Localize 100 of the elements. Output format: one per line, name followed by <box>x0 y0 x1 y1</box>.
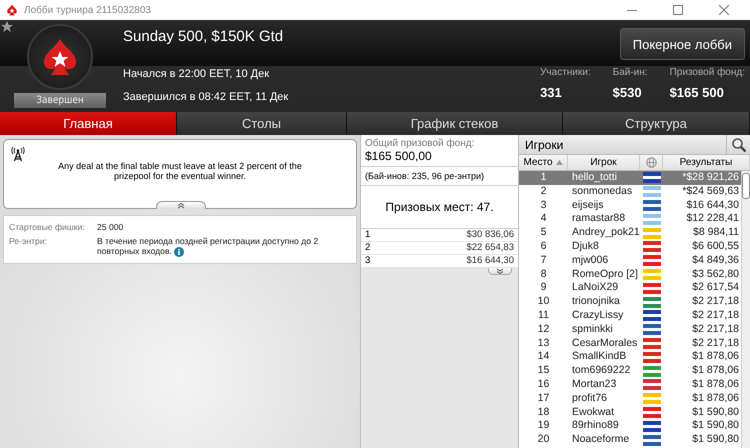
close-icon <box>719 5 729 15</box>
stat-label: Бай-ин: <box>612 67 648 78</box>
result-cell-text: $2 217,18 <box>691 308 740 323</box>
result-cell-text: $1 590,80 <box>691 419 740 434</box>
place-cell-text: 7 <box>540 254 548 268</box>
player-row[interactable]: 16 Mortan23 $1 878,06 <box>519 378 741 392</box>
place-cell-text: 9 <box>540 281 548 296</box>
start-time: Начался в 22:00 EET, 10 Дек <box>123 67 270 82</box>
place-cell-text: 10 <box>536 295 550 309</box>
notice-text: Any deal at the final table must leave at least 2 percent of the prizepool for the eventual winner. <box>57 161 303 181</box>
stat-value: 331 <box>540 85 562 100</box>
player-name: Ewokwat <box>571 406 616 420</box>
payout-place: 1 <box>365 229 370 241</box>
place-cell-text: 14 <box>536 350 550 364</box>
player-row[interactable]: 15 tom6969222 $1 878,06 <box>519 364 741 378</box>
place-cell-text: 19 <box>536 419 550 434</box>
player-row[interactable]: 2 sonmonedas *$24 569,63 <box>519 184 741 199</box>
result-cell-text: $2 217,18 <box>691 336 740 350</box>
place-cell-text: 15 <box>536 364 550 378</box>
globe-icon[interactable] <box>646 157 656 168</box>
player-row[interactable]: 12 spminkki $2 217,18 <box>519 322 741 337</box>
player-row[interactable]: 4 ramastar88 $12 228,41 <box>519 212 741 226</box>
chevron-down-icon <box>496 268 504 274</box>
result-cell-text: $1 590,80 <box>691 433 740 447</box>
player-row[interactable]: 13 CesarMorales $2 217,18 <box>519 336 741 350</box>
result-cell-text: $16 644,30 <box>685 198 740 212</box>
collapse-button[interactable] <box>156 201 206 209</box>
place-cell-text: 6 <box>540 240 548 254</box>
scrollbar[interactable] <box>741 171 750 448</box>
chevron-up-icon <box>176 202 186 209</box>
window-title: Лобби турнира 2115032803 <box>24 4 152 16</box>
place-cell-text: 20 <box>536 433 550 447</box>
detail-label: Ре-энтри: <box>9 236 48 248</box>
poker-lobby-button[interactable]: Покерное лобби <box>620 28 745 60</box>
result-cell-text: $12 228,41 <box>685 212 740 226</box>
player-row[interactable]: 7 mjw006 $4 849,36 <box>519 254 741 268</box>
player-row[interactable]: 11 CrazyLissy $2 217,18 <box>519 308 741 323</box>
broadcast-antenna-icon <box>11 146 25 162</box>
payout-amount: $30 836,06 <box>466 229 514 241</box>
place-cell-text: 12 <box>536 322 550 337</box>
end-time: Завершился в 08:42 EET, 11 Дек <box>123 90 290 105</box>
result-cell-text: *$24 569,63 <box>681 184 740 199</box>
player-name: trionojnika <box>571 295 621 309</box>
player-row[interactable]: 20 Noaceforme $1 590,80 <box>519 433 741 447</box>
result-cell-text: $2 217,18 <box>691 295 740 309</box>
player-row[interactable]: 1 hello_totti *$28 921,26 <box>519 171 741 185</box>
player-row[interactable]: 17 profit76 $1 878,06 <box>519 392 741 406</box>
stat-value: $165 500 <box>670 85 724 100</box>
player-name: CrazyLissy <box>571 308 624 323</box>
column-header[interactable]: Игрок <box>568 155 640 171</box>
result-cell-text: *$28 921,26 <box>681 171 740 185</box>
tab[interactable]: Главная <box>0 112 177 135</box>
place-cell-text: 1 <box>540 171 548 185</box>
place-cell-text: 8 <box>540 268 548 282</box>
result-cell-text: $3 562,80 <box>691 268 740 282</box>
player-row[interactable]: 14 SmallKindB $1 878,06 <box>519 350 741 364</box>
player-name: tom6969222 <box>571 364 632 378</box>
stat-value: $530 <box>612 85 642 100</box>
player-row[interactable]: 18 Ewokwat $1 590,80 <box>519 406 741 420</box>
search-icon <box>730 136 746 152</box>
payout-place: 2 <box>365 242 370 254</box>
payout-place: 3 <box>365 255 370 267</box>
maximize-icon <box>673 5 683 15</box>
tab[interactable]: Столы <box>177 112 347 135</box>
detail-value: 25 000 <box>97 222 124 232</box>
expand-button[interactable] <box>488 268 512 275</box>
player-name: Djuk8 <box>571 240 600 254</box>
place-cell-text: 17 <box>536 392 550 406</box>
place-cell-text: 18 <box>536 406 550 420</box>
info-icon[interactable] <box>174 246 184 257</box>
result-cell-text: $1 878,06 <box>691 378 740 392</box>
prize-pool-label: Общий призовой фонд: <box>364 137 476 149</box>
tab[interactable]: График стеков <box>347 112 563 135</box>
detail-label: Стартовые фишки: <box>9 222 86 232</box>
payout-amount: $16 644,30 <box>466 255 514 267</box>
player-row[interactable]: 5 Andrey_pok21 $8 984,11 <box>519 226 741 240</box>
result-cell-text: $2 617,54 <box>691 281 740 296</box>
player-row[interactable]: 3 eijseijs $16 644,30 <box>519 198 741 212</box>
player-row[interactable]: 10 trionojnika $2 217,18 <box>519 295 741 309</box>
player-row[interactable]: 9 LaNoiX29 $2 617,54 <box>519 281 741 296</box>
column-header[interactable]: Место <box>519 155 568 171</box>
player-name: eijseijs <box>571 198 605 212</box>
player-row[interactable]: 8 RomeOpro [2] $3 562,80 <box>519 268 741 282</box>
favorite-star-icon[interactable] <box>0 20 14 34</box>
player-name: RomeOpro [2] <box>571 268 639 282</box>
tournament-title: Sunday 500, $150K Gtd <box>123 28 284 47</box>
result-cell-text: $1 590,80 <box>691 406 740 420</box>
tab[interactable]: Структура <box>563 112 750 135</box>
player-row[interactable]: 6 Djuk8 $6 600,55 <box>519 240 741 254</box>
payout-amount: $22 654,83 <box>466 242 514 254</box>
player-name: hello_totti <box>571 171 618 185</box>
stat-label: Участники: <box>540 67 591 78</box>
result-cell-text: $8 984,11 <box>692 226 740 240</box>
column-header[interactable]: Результаты <box>663 155 750 171</box>
place-cell-text: 11 <box>537 308 550 323</box>
prize-pool-total: $165 500,00 <box>361 149 518 167</box>
stat-label: Призовой фонд: <box>670 67 745 78</box>
player-row[interactable]: 19 89rhino89 $1 590,80 <box>519 419 741 434</box>
players-title: Игроки <box>525 138 564 152</box>
player-name: ramastar88 <box>571 212 626 226</box>
